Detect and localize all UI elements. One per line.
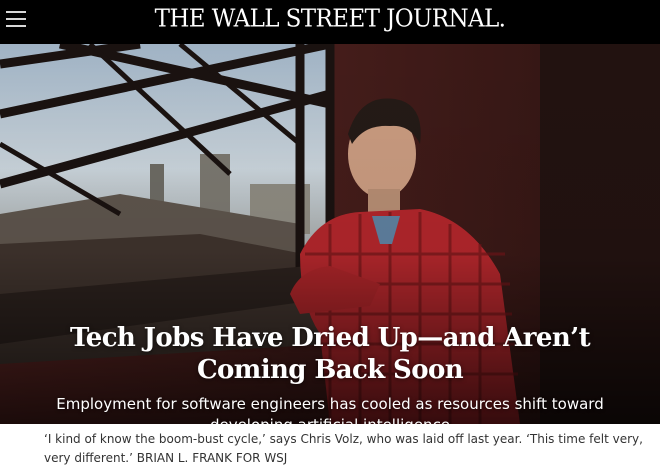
article-dek: Employment for software engineers has co…	[56, 395, 604, 424]
photo-credit: BRIAN L. FRANK FOR WSJ	[136, 451, 288, 465]
caption-text: ‘I kind of know the boom-bust cycle,’ sa…	[44, 432, 643, 465]
top-navigation-bar: THE WALL STREET JOURNAL.	[0, 0, 660, 44]
photo-caption: ‘I kind of know the boom-bust cycle,’ sa…	[44, 430, 644, 468]
article-headline[interactable]: Tech Jobs Have Dried Up—and Aren’t Comin…	[20, 322, 640, 386]
wsj-masthead-logo[interactable]: THE WALL STREET JOURNAL.	[0, 5, 660, 32]
hero-image: Tech Jobs Have Dried Up—and Aren’t Comin…	[0, 44, 660, 424]
